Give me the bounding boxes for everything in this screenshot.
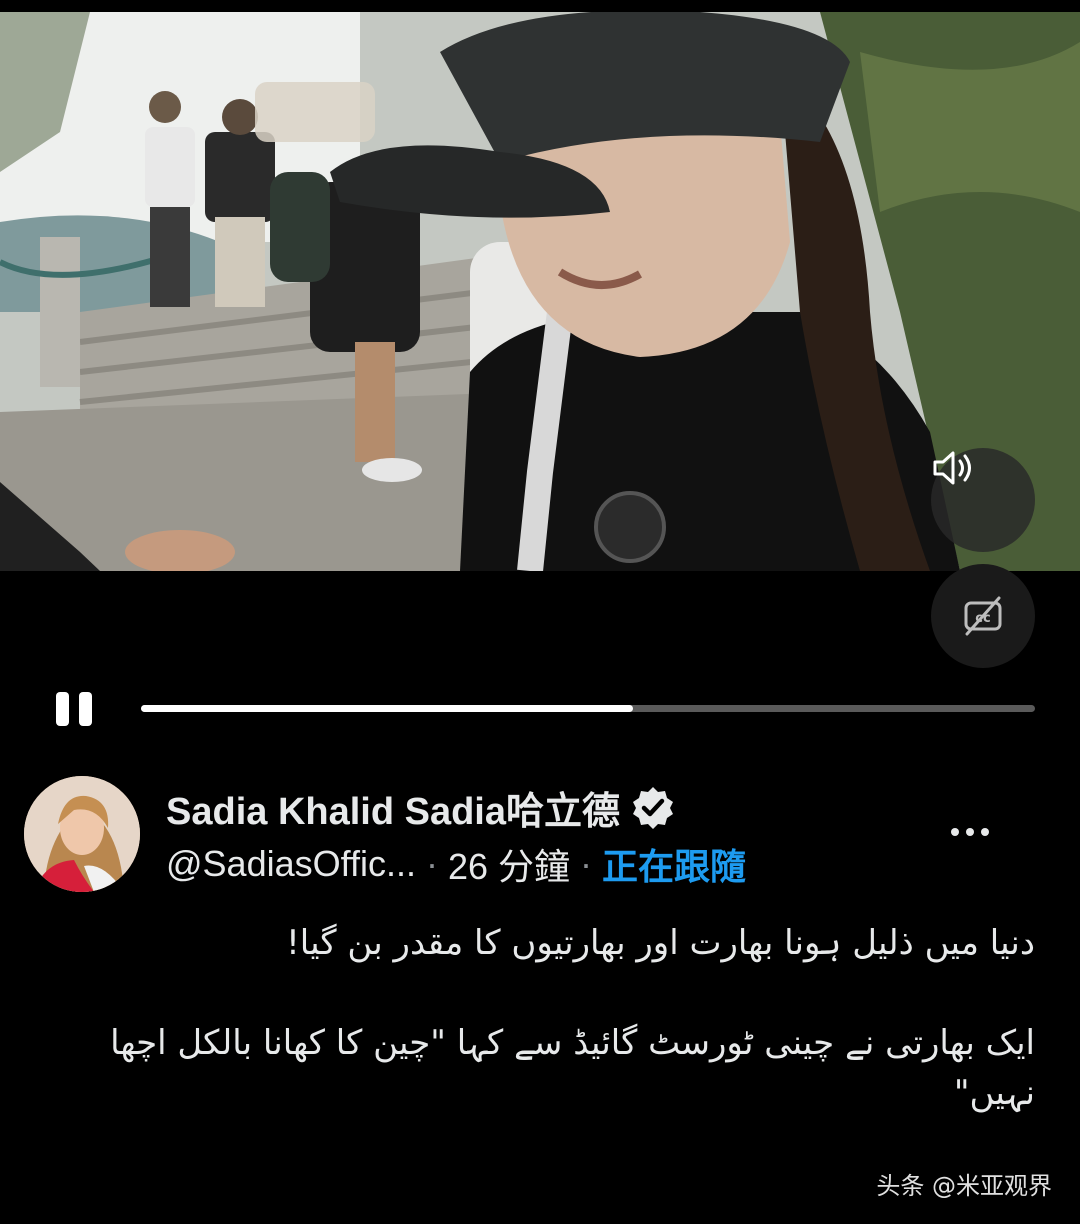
verified-badge-icon bbox=[630, 785, 676, 831]
post-text-line: دنیا میں ذلیل ہونا بھارت اور بھارتیوں کا… bbox=[286, 923, 1035, 963]
captions-off-icon: cc bbox=[964, 596, 1002, 636]
author-handle[interactable]: @SadiasOffic... bbox=[166, 843, 416, 885]
author-display-name[interactable]: Sadia Khalid Sadia哈立德 bbox=[166, 780, 676, 835]
video-progress-fill bbox=[141, 705, 633, 712]
pause-icon bbox=[56, 692, 69, 726]
video-still bbox=[0, 12, 1080, 571]
video-progress-bar[interactable] bbox=[141, 705, 1035, 712]
post-timestamp[interactable]: 26 分鐘 bbox=[448, 838, 570, 890]
captions-button[interactable]: cc bbox=[931, 564, 1035, 668]
more-dots-icon bbox=[951, 828, 959, 836]
video-frame[interactable] bbox=[0, 12, 1080, 571]
avatar[interactable] bbox=[24, 776, 140, 892]
separator-dot: · bbox=[580, 843, 593, 884]
post-text-line: ایک بھارتی نے چینی ٹورسٹ گائیڈ سے کہا "چ… bbox=[110, 1023, 1035, 1113]
post-meta: @SadiasOffic... · 26 分鐘 · 正在跟隨 bbox=[166, 838, 746, 890]
mute-toggle-button[interactable] bbox=[931, 448, 1035, 552]
source-watermark: 头条 @米亚观界 bbox=[876, 1172, 1052, 1200]
post-text: دنیا میں ذلیل ہونا بھارت اور بھارتیوں کا… bbox=[60, 918, 1035, 1118]
post-screen: cc Sadia Khalid Sadia哈立德 @SadiasOffic...… bbox=[0, 0, 1080, 1224]
speaker-icon bbox=[933, 451, 971, 485]
more-options-button[interactable] bbox=[942, 810, 998, 854]
pause-button[interactable] bbox=[56, 692, 96, 728]
following-button[interactable]: 正在跟隨 bbox=[602, 838, 746, 890]
separator-dot: · bbox=[425, 843, 438, 884]
